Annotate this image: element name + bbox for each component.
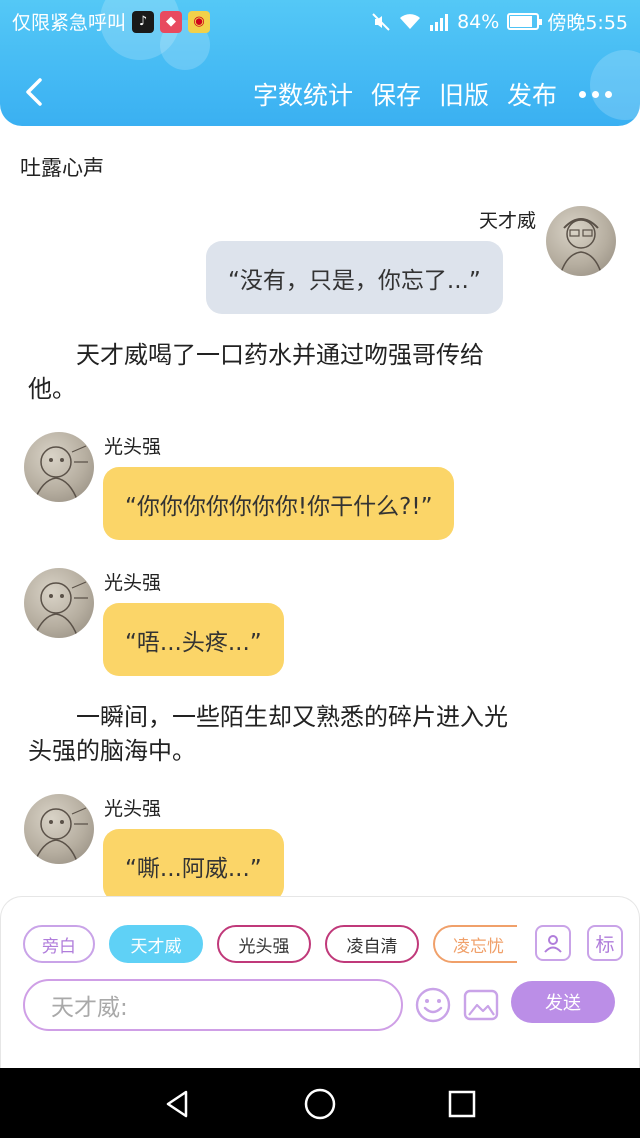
role-chip-guangtouqiang[interactable]: 光头强 bbox=[217, 925, 311, 963]
clock: 傍晚5:55 bbox=[547, 12, 628, 34]
narration-line: 头强的脑海中。 bbox=[28, 737, 196, 765]
message-bubble[interactable]: “嘶...阿威...” bbox=[103, 829, 284, 896]
carrier-text: 仅限紧急呼叫 bbox=[12, 12, 127, 34]
tiktok-icon: ♪ bbox=[132, 10, 155, 33]
send-button[interactable]: 发送 bbox=[511, 981, 615, 1023]
app-notification-icon: ◆ bbox=[160, 10, 183, 33]
character-portrait-icon bbox=[33, 807, 88, 864]
more-dot-icon bbox=[579, 90, 586, 98]
image-icon[interactable] bbox=[463, 987, 499, 1023]
battery-level bbox=[510, 16, 532, 27]
emoji-icon[interactable] bbox=[415, 987, 451, 1023]
role-chip-tiancaiwei[interactable]: 天才威 bbox=[109, 925, 203, 963]
word-count-button[interactable]: 字数统计 bbox=[253, 76, 353, 112]
more-dot-icon bbox=[592, 90, 599, 98]
save-button[interactable]: 保存 bbox=[371, 76, 421, 112]
more-dot-icon bbox=[605, 90, 612, 98]
narration-line: 天才威喝了一口药水并通过吻强哥传给 bbox=[76, 341, 484, 369]
back-button[interactable] bbox=[18, 72, 54, 112]
speaker-name: 光头强 bbox=[104, 798, 162, 820]
speaker-name: 光头强 bbox=[104, 572, 162, 594]
message-bubble[interactable]: “你你你你你你你!你干什么?!” bbox=[103, 467, 455, 540]
home-circle-icon[interactable] bbox=[302, 1086, 338, 1122]
message-input[interactable]: 天才威: bbox=[23, 979, 403, 1031]
story-content[interactable]: 吐露心声 天才威 “没有，只是，你忘了...” 天才威喝了一口药水并通过吻强哥传… bbox=[0, 126, 640, 896]
person-card-icon bbox=[544, 935, 562, 953]
narration-text[interactable]: 一瞬间，一些陌生却又熟悉的碎片进入光 头强的脑海中。 bbox=[28, 700, 608, 768]
more-menu-button[interactable] bbox=[575, 90, 616, 98]
message-bubble[interactable]: “唔...头疼...” bbox=[103, 603, 284, 676]
composer-panel: 旁白 天才威 光头强 凌自清 凌忘忧 标 天才威: 发送 bbox=[0, 896, 640, 1068]
wifi-icon bbox=[400, 13, 421, 29]
role-chip-lingwangyou[interactable]: 凌忘忧 bbox=[433, 925, 517, 963]
character-manage-button[interactable] bbox=[535, 925, 571, 961]
battery-icon bbox=[507, 13, 543, 30]
weibo-icon: ◉ bbox=[188, 10, 211, 33]
narration-line: 他。 bbox=[28, 375, 76, 403]
role-chip-lingziqing[interactable]: 凌自清 bbox=[325, 925, 419, 963]
back-triangle-icon[interactable] bbox=[160, 1086, 196, 1122]
character-portrait-icon bbox=[559, 218, 603, 276]
system-nav-bar bbox=[0, 1068, 640, 1138]
speaker-name: 光头强 bbox=[104, 436, 162, 458]
recents-square-icon[interactable] bbox=[444, 1086, 480, 1122]
narration-text[interactable]: 天才威喝了一口药水并通过吻强哥传给 他。 bbox=[28, 338, 608, 406]
character-portrait-icon bbox=[33, 581, 88, 638]
role-chip-narrator[interactable]: 旁白 bbox=[23, 925, 95, 963]
avatar[interactable] bbox=[546, 206, 616, 276]
speaker-name: 天才威 bbox=[478, 210, 536, 232]
mute-icon bbox=[372, 12, 390, 31]
avatar[interactable] bbox=[24, 432, 94, 502]
narration-line: 一瞬间，一些陌生却又熟悉的碎片进入光 bbox=[76, 703, 508, 731]
avatar[interactable] bbox=[24, 794, 94, 864]
status-bar: 仅限紧急呼叫 ♪ ◆ ◉ 84% 傍晚5:55 bbox=[0, 0, 640, 42]
message-bubble[interactable]: “没有，只是，你忘了...” bbox=[206, 241, 503, 314]
publish-button[interactable]: 发布 bbox=[507, 76, 557, 112]
app-header: 仅限紧急呼叫 ♪ ◆ ◉ 84% 傍晚5:55 字数统计 保存 旧版 发布 bbox=[0, 0, 640, 126]
old-version-button[interactable]: 旧版 bbox=[439, 76, 489, 112]
chapter-title: 吐露心声 bbox=[20, 156, 104, 180]
battery-percent: 84% bbox=[457, 10, 500, 33]
character-portrait-icon bbox=[33, 445, 88, 502]
avatar[interactable] bbox=[24, 568, 94, 638]
signal-icon bbox=[430, 13, 449, 31]
mark-button[interactable]: 标 bbox=[587, 925, 623, 961]
navbar: 字数统计 保存 旧版 发布 bbox=[0, 62, 640, 122]
